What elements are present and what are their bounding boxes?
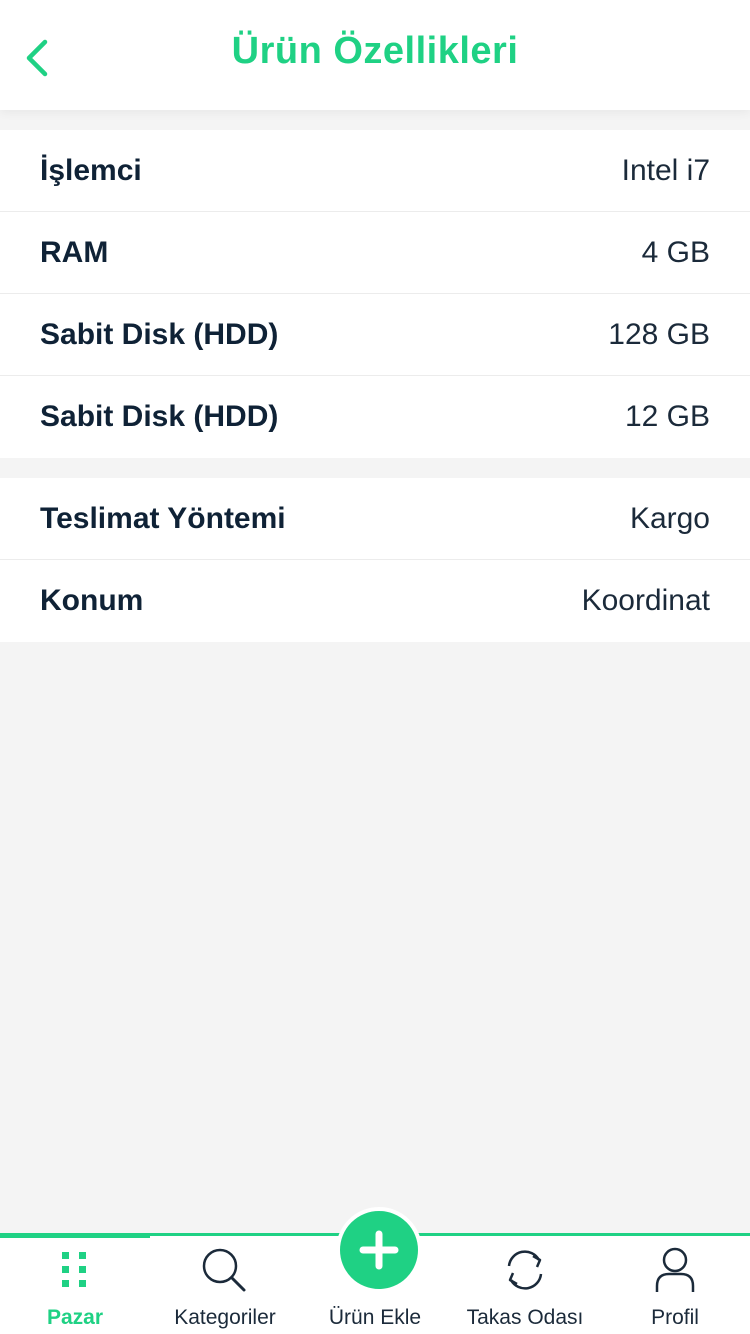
spec-label: Sabit Disk (HDD) <box>40 400 279 433</box>
spec-row-hdd-2: Sabit Disk (HDD) 12 GB <box>0 376 750 458</box>
spec-row-ram: RAM 4 GB <box>0 212 750 294</box>
delivery-value: Kargo <box>629 501 710 535</box>
tab-urun-ekle[interactable]: Ürün Ekle <box>300 1207 450 1334</box>
tab-label: Profil <box>651 1306 699 1329</box>
header-bar: Ürün Özellikleri <box>0 0 750 110</box>
spec-value: 4 GB <box>641 235 710 269</box>
plus-icon <box>359 1230 399 1270</box>
delivery-method-row: Teslimat Yöntemi Kargo <box>0 478 750 560</box>
spec-value: 128 GB <box>608 317 710 351</box>
delivery-section: Teslimat Yöntemi Kargo Konum Koordinat <box>0 478 750 642</box>
bottom-tab-bar: Pazar Kategoriler Ürün Ekle Takas Odası … <box>0 1207 750 1334</box>
user-icon <box>655 1247 695 1292</box>
add-product-button[interactable] <box>336 1207 422 1293</box>
tab-profil[interactable]: Profil <box>600 1236 750 1334</box>
tab-takas-odasi[interactable]: Takas Odası <box>450 1236 600 1334</box>
grid-dots-icon <box>62 1252 86 1287</box>
tab-pazar[interactable]: Pazar <box>0 1236 150 1334</box>
page-title: Ürün Özellikleri <box>231 30 519 72</box>
spec-value: Intel i7 <box>621 153 710 187</box>
tab-label: Pazar <box>46 1306 104 1329</box>
location-row: Konum Koordinat <box>0 560 750 642</box>
delivery-label: Teslimat Yöntemi <box>40 501 286 535</box>
specs-section: İşlemci Intel i7 RAM 4 GB Sabit Disk (HD… <box>0 130 750 458</box>
spec-label: İşlemci <box>40 153 142 187</box>
tab-label: Kategoriler <box>174 1306 276 1329</box>
spec-label: RAM <box>40 235 109 269</box>
tab-label: Takas Odası <box>466 1306 584 1329</box>
spec-row-processor: İşlemci Intel i7 <box>0 130 750 212</box>
spec-value: 12 GB <box>624 400 710 433</box>
spec-row-hdd-1: Sabit Disk (HDD) 128 GB <box>0 294 750 376</box>
location-value: Koordinat <box>581 584 710 617</box>
location-label: Konum <box>40 584 144 617</box>
search-icon <box>202 1248 246 1292</box>
tab-label: Ürün Ekle <box>328 1306 422 1329</box>
tab-kategoriler[interactable]: Kategoriler <box>150 1236 300 1334</box>
spec-label: Sabit Disk (HDD) <box>40 317 279 351</box>
refresh-icon <box>507 1250 543 1290</box>
